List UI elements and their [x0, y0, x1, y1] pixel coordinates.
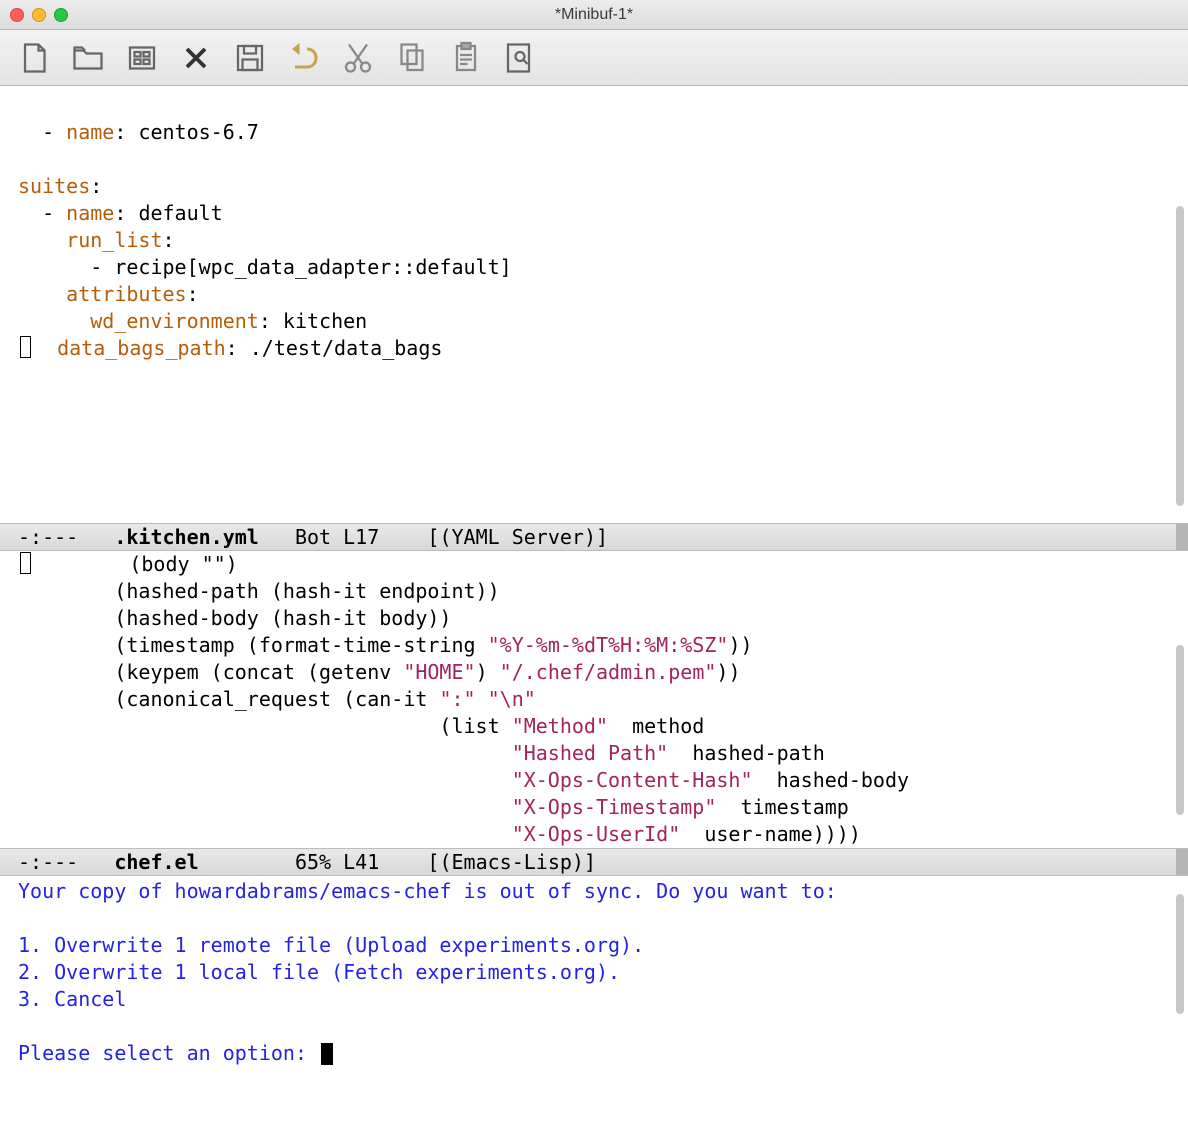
- minimize-window-icon[interactable]: [32, 8, 46, 22]
- minibuffer[interactable]: Your copy of howardabrams/emacs-chef is …: [0, 876, 1188, 1052]
- modeline-yaml[interactable]: -:--- .kitchen.yml Bot L17 [(YAML Server…: [0, 523, 1188, 551]
- code-line: (hashed-body (hash-it body)): [18, 606, 451, 630]
- undo-icon[interactable]: [284, 38, 324, 78]
- window-title: *Minibuf-1*: [0, 6, 1188, 24]
- close-icon[interactable]: [176, 38, 216, 78]
- code-line: (body ""): [33, 552, 238, 576]
- titlebar: *Minibuf-1*: [0, 0, 1188, 30]
- scrollbar[interactable]: [1176, 206, 1184, 506]
- code-line: (hashed-path (hash-it endpoint)): [18, 579, 500, 603]
- modeline-lisp[interactable]: -:--- chef.el 65% L41 [(Emacs-Lisp)]: [0, 848, 1188, 876]
- code-line: "X-Ops-UserId" user-name)))): [18, 822, 861, 846]
- code-line: - recipe[wpc_data_adapter::default]: [18, 255, 512, 279]
- code-line: (canonical_request (can-it ":" "\n": [18, 687, 536, 711]
- prompt-line: Please select an option:: [18, 1041, 319, 1065]
- cursor-mark: [20, 336, 31, 358]
- zoom-window-icon[interactable]: [54, 8, 68, 22]
- prompt-line: 2. Overwrite 1 local file (Fetch experim…: [18, 960, 620, 984]
- code-line: (keypem (concat (getenv "HOME") "/.chef/…: [18, 660, 741, 684]
- text-cursor: [321, 1043, 333, 1065]
- lisp-buffer[interactable]: (body "") (hashed-path (hash-it endpoint…: [0, 551, 1188, 848]
- search-icon[interactable]: [500, 38, 540, 78]
- copy-icon[interactable]: [392, 38, 432, 78]
- code-line: "Hashed Path" hashed-path: [18, 741, 825, 765]
- yaml-buffer[interactable]: - name: centos-6.7 suites: - name: defau…: [0, 86, 1188, 523]
- toolbar: [0, 30, 1188, 86]
- editor-area: - name: centos-6.7 suites: - name: defau…: [0, 86, 1188, 1052]
- code-line: wd_environment: kitchen: [18, 309, 367, 333]
- prompt-line: 3. Cancel: [18, 987, 126, 1011]
- code-line: - name: default: [18, 201, 223, 225]
- save-icon[interactable]: [230, 38, 270, 78]
- dired-icon[interactable]: [122, 38, 162, 78]
- cursor-mark: [20, 552, 31, 574]
- scrollbar[interactable]: [1176, 645, 1184, 815]
- code-line: run_list:: [18, 228, 175, 252]
- prompt-line: 1. Overwrite 1 remote file (Upload exper…: [18, 933, 644, 957]
- paste-icon[interactable]: [446, 38, 486, 78]
- code-line: - name: centos-6.7: [18, 120, 259, 144]
- code-line: "X-Ops-Timestamp" timestamp: [18, 795, 849, 819]
- close-window-icon[interactable]: [10, 8, 24, 22]
- code-line: suites:: [18, 174, 102, 198]
- code-line: attributes:: [18, 282, 199, 306]
- open-file-icon[interactable]: [68, 38, 108, 78]
- new-file-icon[interactable]: [14, 38, 54, 78]
- code-line: (list "Method" method: [18, 714, 704, 738]
- window-controls: [10, 8, 68, 22]
- prompt-line: Your copy of howardabrams/emacs-chef is …: [18, 879, 837, 903]
- code-line: "X-Ops-Content-Hash" hashed-body: [18, 768, 909, 792]
- code-line: (timestamp (format-time-string "%Y-%m-%d…: [18, 633, 753, 657]
- code-line: data_bags_path: ./test/data_bags: [57, 336, 442, 360]
- cut-icon[interactable]: [338, 38, 378, 78]
